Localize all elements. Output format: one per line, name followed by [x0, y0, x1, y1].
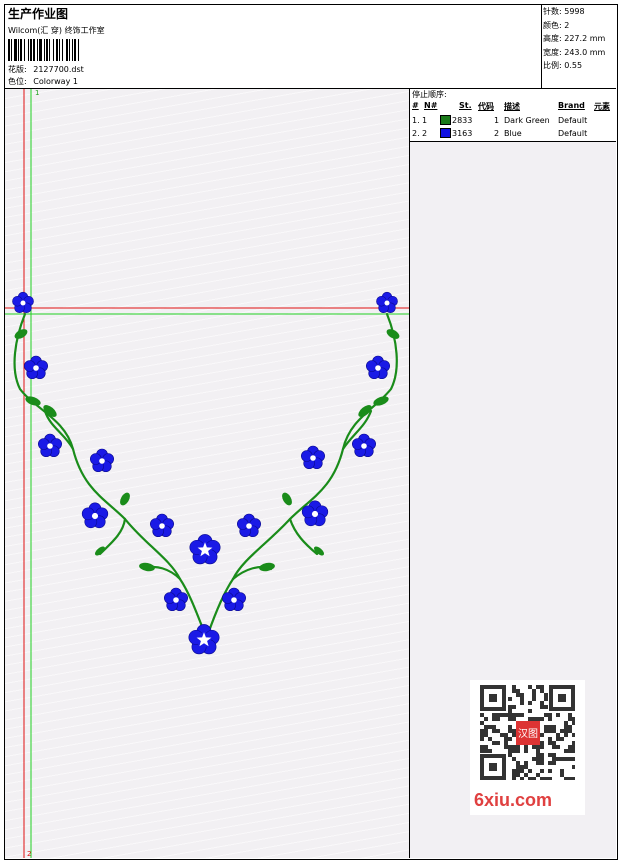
flower-motif: [352, 433, 376, 458]
colorway-row: 色位: Colorway 1: [8, 76, 78, 87]
stat-scale: 比例: 0.55: [543, 61, 583, 70]
flower-motif: [12, 291, 34, 313]
flower-motif: [189, 534, 221, 565]
blue-flowers: [12, 291, 398, 655]
vine-stems: [13, 312, 398, 636]
stop-sequence-table: 停止顺序: # N# St. 代码 描述 Brand 元素 1. 1 2833 …: [412, 90, 610, 138]
col-n: N#: [424, 101, 438, 110]
col-stitches: St.: [459, 101, 472, 110]
stamp-text: 汉图: [518, 728, 538, 740]
header-info: 生产作业图 Wilcom(汇 穿) 终饰工作室 花版: 2127700.dst …: [6, 5, 536, 88]
stop-sequence-title: 停止顺序:: [412, 90, 447, 99]
design-name-row: 花版: 2127700.dst: [8, 64, 84, 75]
stat-width: 宽度: 243.0 mm: [543, 47, 606, 57]
qr-code-watermark: 汉图: [480, 685, 575, 780]
colorway-value: Colorway 1: [33, 77, 78, 86]
flower-motif: [164, 587, 188, 612]
barcode: [8, 39, 144, 61]
flower-motif: [188, 624, 220, 655]
stat-colors: 颜色: 2: [543, 20, 570, 30]
stat-stitches: 针数: 5998: [543, 7, 585, 16]
colorway-label: 色位:: [8, 77, 27, 86]
design-file: 2127700.dst: [33, 65, 84, 74]
col-code: 代码: [478, 102, 494, 111]
col-element: 元素: [594, 102, 610, 111]
col-desc: 描述: [504, 102, 520, 111]
watermark-text: 6xiu.com: [474, 790, 553, 810]
stat-height: 高度: 227.2 mm: [543, 34, 606, 43]
flower-motif: [38, 433, 62, 458]
thread-swatch: [440, 128, 451, 138]
flower-motif: [376, 291, 398, 313]
guide-label-1: 1: [35, 89, 39, 97]
col-brand: Brand: [558, 101, 585, 110]
design-stats: 针数: 5998 颜色: 2 高度: 227.2 mm 宽度: 243.0 mm…: [543, 5, 615, 73]
flower-motif: [90, 448, 114, 473]
watermark: 汉图 6xiu.com: [470, 680, 585, 815]
flower-motif: [301, 445, 325, 470]
design-preview: 1 2: [5, 89, 409, 858]
stats-divider: [541, 5, 542, 88]
guide-label-2: 2: [27, 850, 31, 858]
thread-swatch: [440, 115, 451, 125]
design-label: 花版:: [8, 65, 27, 74]
company-name: Wilcom(汇 穿) 终饰工作室: [8, 26, 105, 35]
flower-motif: [150, 513, 174, 538]
embroidery-artwork: 1 2: [5, 89, 409, 858]
flower-motif: [237, 513, 261, 538]
flower-motif: [366, 355, 390, 380]
sheet-title: 生产作业图: [8, 7, 69, 21]
col-num: #: [412, 101, 419, 110]
flower-motif: [81, 502, 109, 529]
flower-motif: [24, 355, 48, 380]
